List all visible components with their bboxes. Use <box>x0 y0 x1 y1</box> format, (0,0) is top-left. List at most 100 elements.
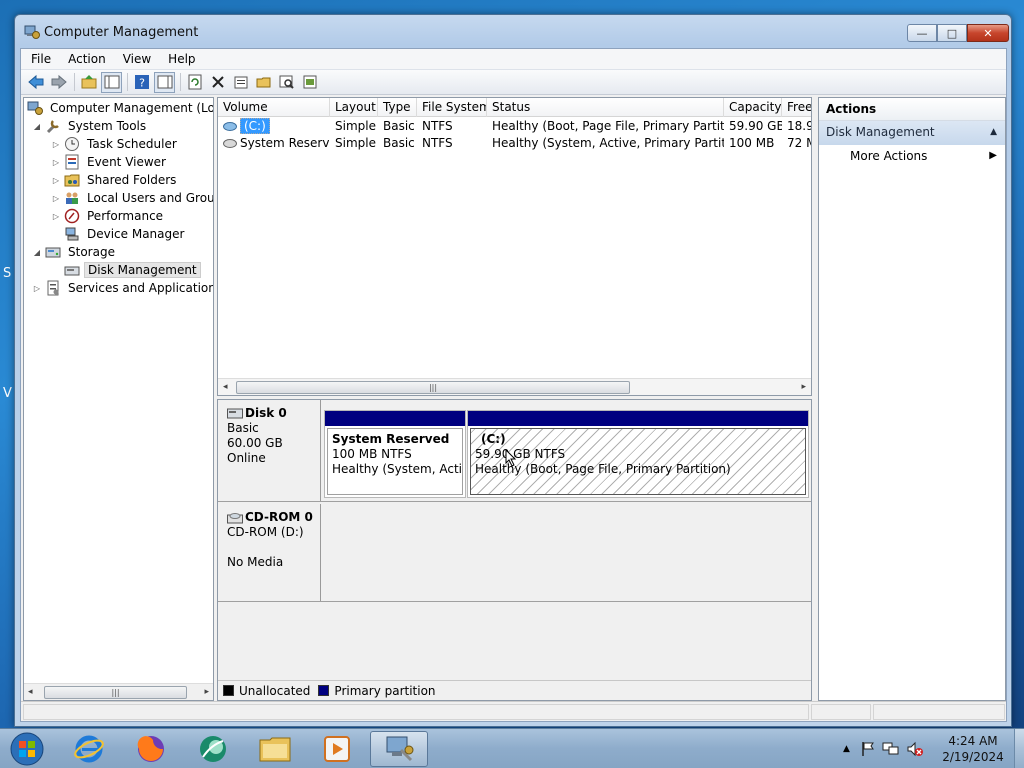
submenu-arrow-icon: ▶ <box>989 150 997 161</box>
actions-section-disk-management[interactable]: Disk Management ▲ <box>819 121 1005 145</box>
volume-capacity: 59.90 GB <box>729 119 782 133</box>
maximize-button[interactable]: □ <box>937 24 967 42</box>
start-button[interactable] <box>0 731 54 767</box>
volume-list-horizontal-scrollbar[interactable]: ◂ ||| ▸ <box>218 378 811 395</box>
expand-arrow-icon[interactable]: ▷ <box>51 194 61 203</box>
expand-arrow-icon[interactable]: ▷ <box>51 176 61 185</box>
taskbar: ▲ 4:24 AM 2/19/2024 <box>0 728 1024 768</box>
search-button[interactable] <box>276 72 297 93</box>
scroll-left-icon[interactable]: ◂ <box>28 687 33 697</box>
disk-0-info[interactable]: Disk 0 Basic 60.00 GB Online <box>218 400 321 501</box>
back-button[interactable] <box>25 72 46 93</box>
tree-item-device-manager[interactable]: Device Manager <box>51 225 187 243</box>
open-button[interactable] <box>253 72 274 93</box>
more-actions-item[interactable]: More Actions ▶ <box>819 145 1005 168</box>
help-button[interactable]: ? <box>131 72 152 93</box>
primary-partition-band <box>325 411 465 426</box>
show-hidden-icons-icon[interactable]: ▲ <box>843 744 850 754</box>
minimize-button[interactable]: — <box>907 24 937 42</box>
tree-item-local-users-groups[interactable]: ▷ Local Users and Groups <box>51 189 213 207</box>
tree-item-disk-management[interactable]: Disk Management <box>51 261 201 279</box>
column-header-type[interactable]: Type <box>378 98 417 117</box>
tree-item-label: Disk Management <box>84 262 201 278</box>
table-row[interactable]: System Reserved Simple Basic NTFS Health… <box>218 135 811 152</box>
up-folder-button[interactable] <box>78 72 99 93</box>
actions-header: Actions <box>819 98 1005 121</box>
tree-item-label: Task Scheduler <box>87 137 177 151</box>
title-bar[interactable]: Computer Management — □ ✕ <box>15 15 1011 49</box>
column-header-file-system[interactable]: File System <box>417 98 487 117</box>
cdrom-media: No Media <box>227 555 284 569</box>
open-icon <box>256 77 270 88</box>
menu-view[interactable]: View <box>116 49 158 69</box>
collapse-arrow-icon[interactable]: ◢ <box>32 248 42 257</box>
expand-arrow-icon[interactable]: ▷ <box>51 158 61 167</box>
partition-system-reserved[interactable]: System Reserved 100 MB NTFS Healthy (Sys… <box>324 410 466 498</box>
delete-button[interactable] <box>207 72 228 93</box>
status-bar <box>21 701 1006 721</box>
volume-list: Volume Layout Type File System Status Ca… <box>217 97 812 396</box>
table-row[interactable]: (C:) Simple Basic NTFS Healthy (Boot, Pa… <box>218 118 811 135</box>
scroll-right-icon[interactable]: ▸ <box>204 687 209 697</box>
tree-item-storage[interactable]: ◢ Storage <box>32 243 118 261</box>
column-header-layout[interactable]: Layout <box>330 98 378 117</box>
taskbar-internet-explorer[interactable] <box>60 731 118 767</box>
expand-arrow-icon[interactable]: ▷ <box>51 140 61 149</box>
tree-item-system-tools[interactable]: ◢ System Tools <box>32 117 149 135</box>
expand-arrow-icon[interactable]: ▷ <box>51 212 61 221</box>
tree-item-computer-management[interactable]: Computer Management (Local <box>25 99 213 117</box>
column-header-capacity[interactable]: Capacity <box>724 98 782 117</box>
close-button[interactable]: ✕ <box>967 24 1009 42</box>
scrollbar-thumb[interactable]: ||| <box>236 381 630 394</box>
refresh-button[interactable] <box>184 72 205 93</box>
volume-name: System Reserved <box>240 136 330 150</box>
search-icon <box>279 75 294 89</box>
volume-file-system: NTFS <box>422 119 453 133</box>
tree-item-label: Event Viewer <box>87 155 166 169</box>
menu-help[interactable]: Help <box>161 49 202 69</box>
show-hide-tree-icon <box>104 75 119 89</box>
taskbar-feedback-hub[interactable] <box>184 731 242 767</box>
cdrom-0-info[interactable]: CD-ROM 0 CD-ROM (D:) No Media <box>218 504 321 601</box>
tree-item-performance[interactable]: ▷ Performance <box>51 207 166 225</box>
network-icon[interactable] <box>882 741 900 757</box>
partition-c-drive[interactable]: (C:) 59.90 GB NTFS Healthy (Boot, Page F… <box>467 410 809 498</box>
tree-item-shared-folders[interactable]: ▷ Shared Folders <box>51 171 179 189</box>
tree-horizontal-scrollbar[interactable]: ◂ ||| ▸ <box>24 683 213 700</box>
properties-pane-button[interactable] <box>154 71 175 93</box>
column-header-volume[interactable]: Volume <box>218 98 330 117</box>
scrollbar-thumb[interactable]: ||| <box>44 686 187 699</box>
tree-item-services-applications[interactable]: ▷ Services and Applications <box>32 279 213 297</box>
show-hide-tree-button[interactable] <box>101 71 122 93</box>
taskbar-firefox[interactable] <box>122 731 180 767</box>
export-button[interactable] <box>299 72 320 93</box>
tree-item-event-viewer[interactable]: ▷ Event Viewer <box>51 153 169 171</box>
column-header-status[interactable]: Status <box>487 98 724 117</box>
collapse-up-icon[interactable]: ▲ <box>990 121 997 144</box>
scroll-left-icon[interactable]: ◂ <box>223 382 228 392</box>
cd-drive-icon <box>227 512 243 523</box>
partition-size: 59.90 GB NTFS <box>475 447 566 461</box>
taskbar-media-player[interactable] <box>308 731 366 767</box>
forward-button[interactable] <box>48 72 69 93</box>
volume-icon <box>223 122 237 131</box>
system-tray: ▲ <box>843 729 924 768</box>
volume-type: Basic <box>383 119 415 133</box>
expand-arrow-icon[interactable]: ▷ <box>32 284 42 293</box>
volume-muted-icon[interactable] <box>906 741 924 757</box>
taskbar-computer-management[interactable] <box>370 731 428 767</box>
scroll-right-icon[interactable]: ▸ <box>801 382 806 392</box>
properties-button[interactable] <box>230 72 251 93</box>
computer-management-icon <box>386 736 414 762</box>
taskbar-clock[interactable]: 4:24 AM 2/19/2024 <box>934 733 1012 765</box>
volume-status: Healthy (Boot, Page File, Primary Partit… <box>492 119 724 133</box>
menu-file[interactable]: File <box>24 49 58 69</box>
column-header-free[interactable]: Free <box>782 98 811 117</box>
collapse-arrow-icon[interactable]: ◢ <box>32 122 42 131</box>
action-center-flag-icon[interactable] <box>860 741 876 757</box>
menu-action[interactable]: Action <box>61 49 113 69</box>
show-desktop-button[interactable] <box>1014 729 1024 768</box>
taskbar-file-explorer[interactable] <box>246 731 304 767</box>
hard-disk-icon <box>227 408 243 419</box>
tree-item-task-scheduler[interactable]: ▷ Task Scheduler <box>51 135 180 153</box>
